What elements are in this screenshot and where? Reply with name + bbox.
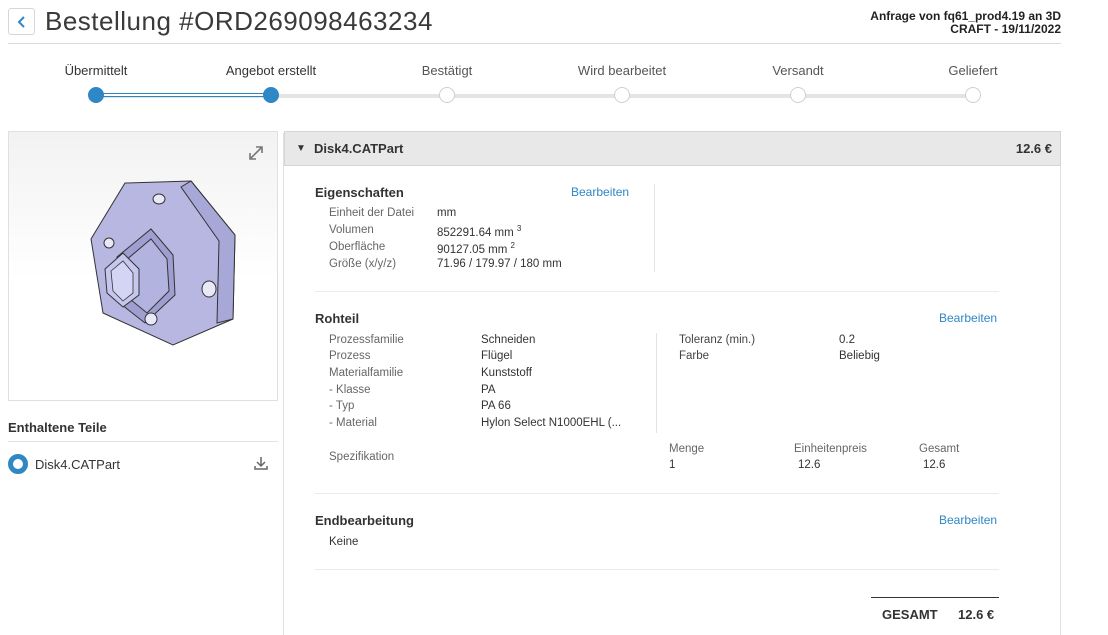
progress-step-dot — [965, 87, 981, 103]
raw-label: - Material — [329, 417, 377, 429]
parts-divider — [8, 441, 278, 442]
progress-step-label: Angebot erstellt — [225, 63, 317, 78]
property-value: 71.96 / 179.97 / 180 mm — [437, 258, 562, 270]
qty-label: Menge — [669, 443, 705, 455]
section-divider — [315, 493, 999, 494]
spec-label: Spezifikation — [329, 451, 395, 463]
line-total-value: 12.6 — [923, 459, 946, 471]
back-button[interactable] — [8, 8, 35, 35]
chevron-left-icon — [17, 15, 25, 28]
raw-label: Prozess — [329, 350, 371, 362]
progress-fill — [96, 93, 272, 97]
edit-properties-link[interactable]: Bearbeiten — [571, 185, 629, 199]
section-divider — [656, 333, 657, 433]
property-label: Oberfläche — [329, 241, 386, 253]
header-divider — [8, 43, 1061, 44]
part-preview[interactable] — [8, 131, 278, 401]
raw-value: Kunststoff — [481, 367, 532, 379]
raw-label: Farbe — [679, 350, 710, 362]
expand-icon[interactable] — [247, 144, 265, 162]
edit-finish-link[interactable]: Bearbeiten — [939, 513, 997, 527]
part-radio[interactable] — [8, 454, 28, 474]
property-label: Einheit der Datei — [329, 207, 415, 219]
grand-total-value: 12.6 € — [958, 607, 995, 622]
progress-step-label: Wird bearbeitet — [577, 63, 667, 78]
property-value: 90127.05 mm 2 — [437, 241, 515, 256]
raw-value: 0.2 — [839, 334, 855, 346]
part-panel-price: 12.6 € — [1015, 141, 1052, 156]
edit-raw-link[interactable]: Bearbeiten — [939, 311, 997, 325]
raw-value: Flügel — [481, 350, 513, 362]
progress-step: Bestätigt — [377, 63, 517, 103]
unit-price-label: Einheitenpreis — [794, 443, 867, 455]
part-list-item[interactable]: Disk4.CATPart — [8, 454, 278, 474]
raw-label: - Typ — [329, 400, 355, 412]
raw-value: Beliebig — [839, 350, 880, 362]
download-icon[interactable] — [253, 455, 269, 471]
section-divider — [654, 184, 655, 272]
progress-step-dot — [790, 87, 806, 103]
part-name: Disk4.CATPart — [35, 457, 120, 472]
column-divider — [283, 133, 284, 635]
property-value: 852291.64 mm 3 — [437, 224, 522, 239]
progress-step: Geliefert — [903, 63, 1043, 103]
progress-step-label: Versandt — [772, 63, 824, 78]
raw-label: - Klasse — [329, 384, 371, 396]
progress-step: Wird bearbeitet — [552, 63, 692, 103]
section-divider — [315, 291, 999, 292]
raw-value: Schneiden — [481, 334, 536, 346]
collapse-caret-icon[interactable]: ▼ — [296, 143, 306, 154]
finish-value: Keine — [329, 536, 359, 548]
progress-step: Übermittelt — [26, 63, 166, 103]
part-3d-render — [90, 180, 236, 346]
page-title: Bestellung #ORD269098463234 — [45, 6, 433, 36]
parts-heading: Enthaltene Teile — [8, 420, 107, 435]
progress-step-dot — [614, 87, 630, 103]
raw-heading: Rohteil — [315, 311, 360, 326]
unit-price-value: 12.6 — [798, 459, 821, 471]
section-divider — [315, 569, 999, 570]
progress-step-dot — [439, 87, 455, 103]
panel-border — [1060, 166, 1061, 635]
progress-step-label: Bestätigt — [421, 63, 473, 78]
properties-heading: Eigenschaften — [315, 185, 404, 200]
progress-step: Angebot erstellt — [201, 63, 341, 103]
part-panel-title: Disk4.CATPart — [314, 141, 404, 156]
progress-step: Versandt — [728, 63, 868, 103]
progress-step-label: Geliefert — [948, 63, 998, 78]
request-info: Anfrage von fq61_prod4.19 an 3D CRAFT - … — [870, 10, 1061, 36]
raw-label: Toleranz (min.) — [679, 334, 756, 346]
request-info-line: CRAFT - 19/11/2022 — [950, 22, 1061, 36]
progress-step-label: Übermittelt — [64, 63, 128, 78]
property-label: Volumen — [329, 224, 374, 236]
property-value: mm — [437, 207, 457, 219]
raw-value: PA — [481, 384, 496, 396]
raw-label: Materialfamilie — [329, 367, 404, 379]
raw-value: Hylon Select N1000EHL (... — [481, 417, 622, 429]
raw-value: PA 66 — [481, 400, 511, 412]
progress-step-dot — [263, 87, 279, 103]
total-divider — [871, 597, 999, 598]
progress-step-dot — [88, 87, 104, 103]
finish-heading: Endbearbeitung — [315, 513, 414, 528]
grand-total-label: GESAMT — [882, 607, 938, 622]
raw-label: Prozessfamilie — [329, 334, 404, 346]
property-label: Größe (x/y/z) — [329, 258, 397, 270]
part-panel-header[interactable]: ▼ Disk4.CATPart 12.6 € — [284, 131, 1061, 166]
line-total-label: Gesamt — [919, 443, 960, 455]
qty-value: 1 — [669, 459, 676, 471]
